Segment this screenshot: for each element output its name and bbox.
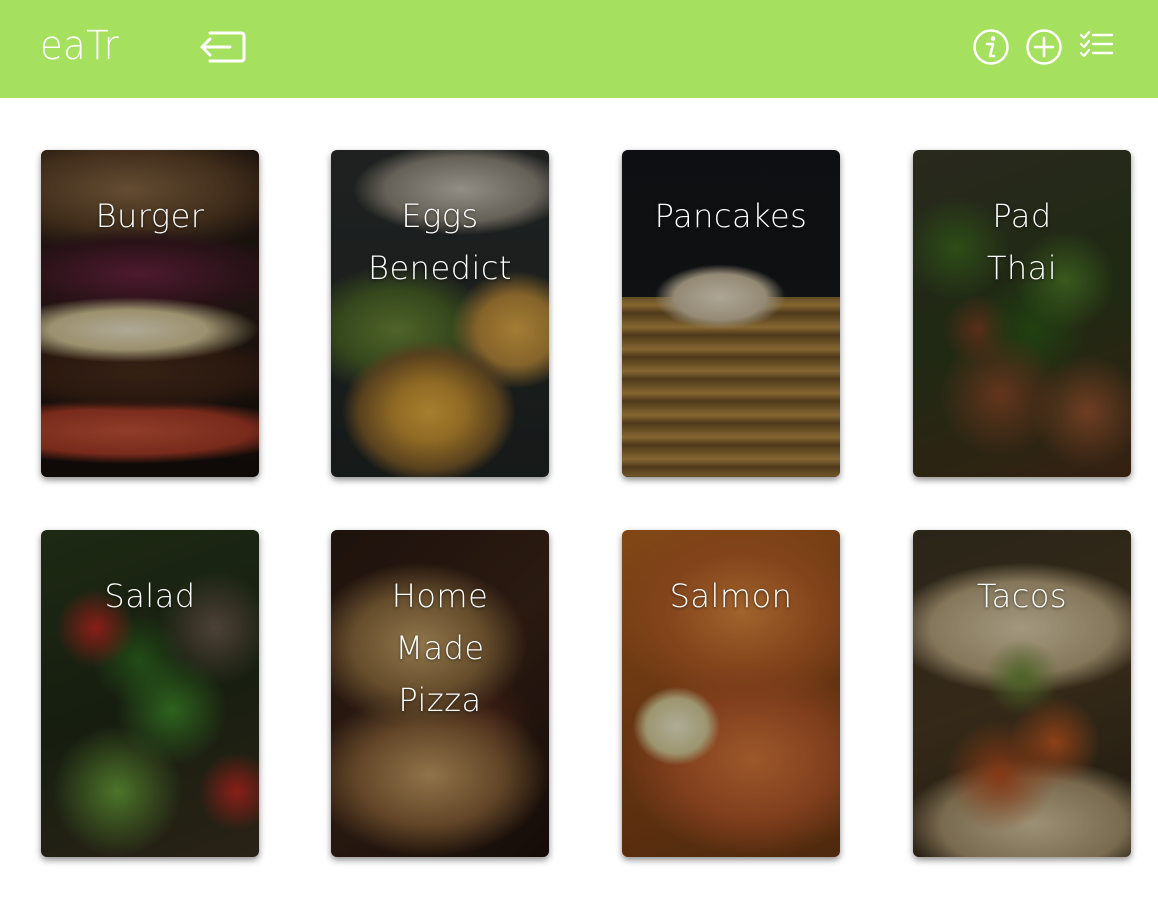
app-header: eaTr [0,0,1158,98]
recipe-card-salmon[interactable]: Salmon [622,530,840,857]
recipe-card-salad[interactable]: Salad [41,530,259,857]
recipe-card-pancakes[interactable]: Pancakes [622,150,840,477]
recipe-title: Eggs Benedict [368,197,512,287]
recipe-title: Home Made Pizza [391,577,489,719]
recipe-grid: Burger Eggs Benedict Pancakes Pad Thai S… [0,98,1158,920]
recipe-title: Salmon [669,577,793,615]
recipe-card-burger[interactable]: Burger [41,150,259,477]
recipe-card-eggs-benedict[interactable]: Eggs Benedict [331,150,549,477]
recipe-title: Pancakes [654,197,808,235]
info-icon [973,29,1009,65]
recipe-title: Pad Thai [986,197,1058,287]
recipe-card-home-made-pizza[interactable]: Home Made Pizza [331,530,549,857]
list-button[interactable] [1079,30,1115,62]
checklist-icon [1079,30,1114,58]
recipe-card-tacos[interactable]: Tacos [913,530,1131,857]
logout-button[interactable] [198,25,248,69]
add-recipe-button[interactable] [1025,28,1063,66]
recipe-title: Salad [104,577,196,615]
app-logo: eaTr [40,23,120,69]
recipe-title: Burger [95,197,205,235]
recipe-card-pad-thai[interactable]: Pad Thai [913,150,1131,477]
logout-icon [200,31,246,63]
add-icon [1026,29,1062,65]
info-button[interactable] [972,28,1010,66]
recipe-title: Tacos [976,577,1068,615]
